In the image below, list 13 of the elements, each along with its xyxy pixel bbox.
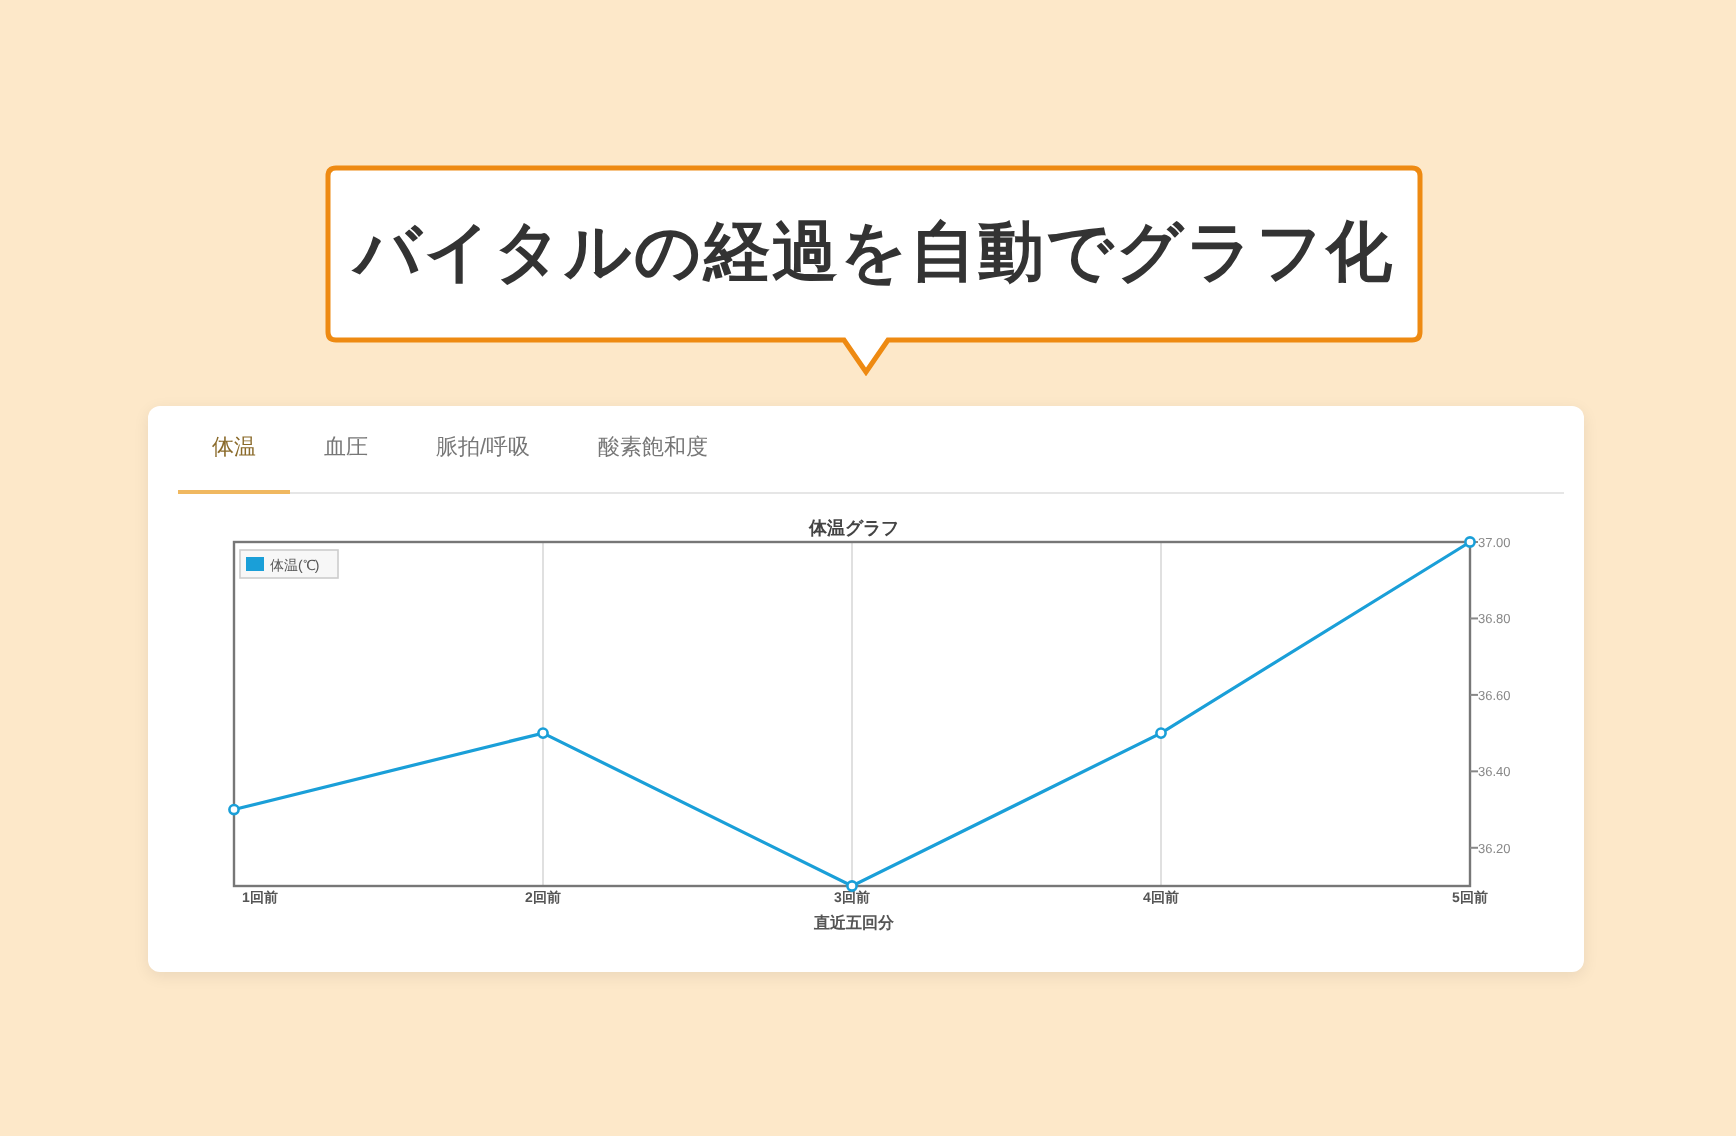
data-point [537,727,549,739]
headline: バイタルの経過を自動でグラフ化 [354,212,1394,293]
data-point [846,880,858,892]
x-axis-label: 直近五回分 [814,914,894,932]
data-point [1464,536,1476,548]
tab[interactable]: 酸素飽和度 [564,406,743,494]
tab[interactable]: 脈拍/呼吸 [402,406,565,494]
chart-title: 体温グラフ [809,518,899,538]
tab[interactable]: 血圧 [290,406,402,494]
legend-swatch [246,557,264,571]
tab[interactable]: 体温 [178,406,290,494]
data-point [1155,727,1167,739]
data-point [228,803,240,816]
